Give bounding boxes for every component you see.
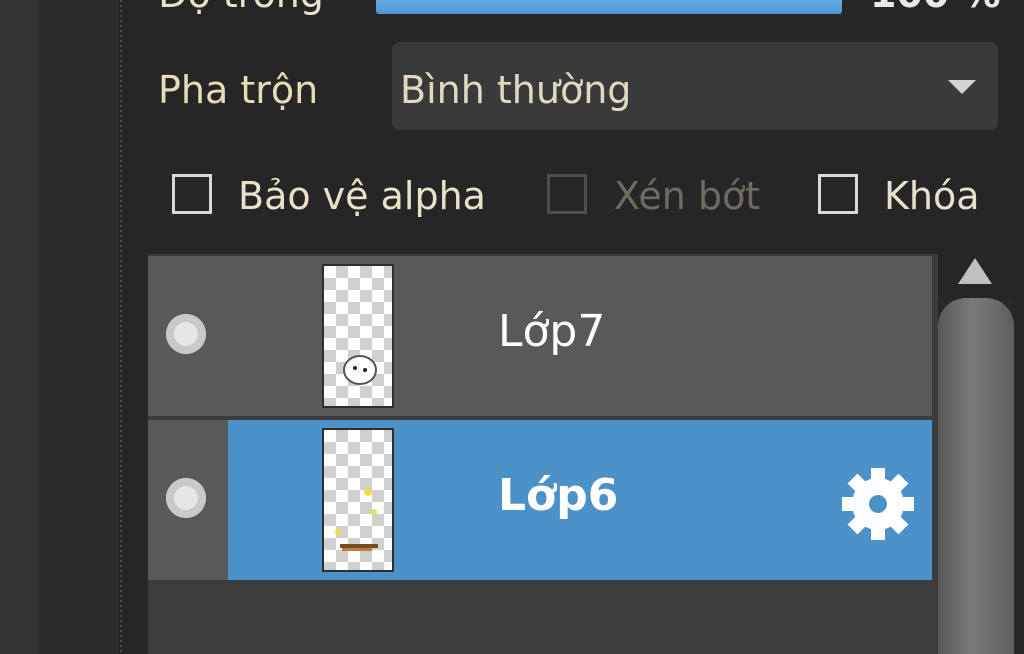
opacity-value: 100 %	[870, 0, 1001, 16]
gear-icon[interactable]	[838, 464, 918, 544]
visibility-column	[148, 420, 228, 580]
layer-row-selected[interactable]: Lớp6	[148, 420, 932, 580]
protect-alpha-checkbox[interactable]	[172, 174, 212, 214]
panel-splitter[interactable]	[118, 0, 126, 654]
layer-name: Lớp6	[498, 470, 619, 521]
left-panel-area	[38, 0, 118, 654]
visibility-icon[interactable]	[166, 478, 206, 518]
chevron-down-icon	[948, 80, 976, 94]
layer-thumbnail	[322, 428, 394, 572]
clip-checkbox	[547, 174, 587, 214]
scroll-up-icon[interactable]	[958, 258, 992, 284]
clip-label: Xén bớt	[614, 174, 761, 218]
blend-mode-select[interactable]: Bình thường	[392, 42, 998, 130]
scrollbar-thumb[interactable]	[938, 298, 1014, 654]
layer-list: Lớp7 Lớp6	[148, 254, 938, 654]
lock-checkbox[interactable]	[818, 174, 858, 214]
layer-thumbnail-art	[335, 488, 378, 551]
blend-mode-value: Bình thường	[400, 68, 632, 112]
splitter-grip	[120, 0, 122, 654]
blend-mode-label: Pha trộn	[158, 68, 319, 112]
layer-thumbnail	[322, 264, 394, 408]
protect-alpha-label: Bảo vệ alpha	[238, 174, 486, 218]
layer-row[interactable]: Lớp7	[148, 256, 932, 416]
visibility-icon[interactable]	[166, 314, 206, 354]
layer-thumbnail-art	[343, 355, 377, 385]
opacity-label: Độ trong	[158, 0, 324, 16]
lock-label: Khóa	[884, 174, 980, 218]
left-toolbar-area	[0, 0, 38, 654]
layers-panel: Độ trong 100 % Pha trộn Bình thường Bảo …	[126, 0, 1024, 654]
visibility-column	[148, 256, 228, 416]
opacity-slider[interactable]	[376, 0, 842, 14]
layer-name: Lớp7	[498, 306, 606, 357]
